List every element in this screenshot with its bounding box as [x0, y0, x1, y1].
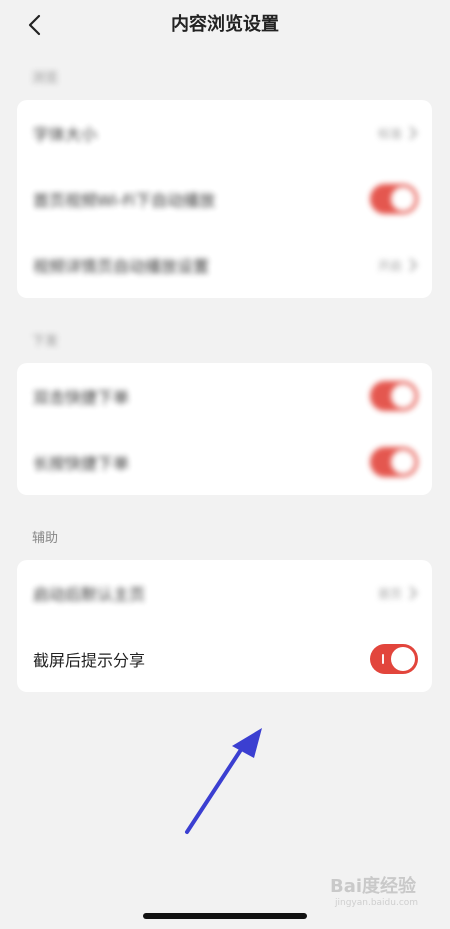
- nav-bar: 内容浏览设置: [0, 0, 450, 50]
- screenshot-share-row: 截屏后提示分享: [17, 626, 432, 692]
- wifi-autoplay-toggle[interactable]: [370, 184, 418, 214]
- row-value: 首页: [377, 586, 402, 601]
- settings-card-assist: 启动后默认主页 首页 截屏后提示分享: [17, 560, 432, 692]
- chevron-right-icon: [409, 258, 418, 272]
- row-value: 开启: [377, 258, 402, 273]
- screen: 内容浏览设置 浏览 字体大小 标准 首页视频Wi-Fi下自动播放 视频详情页自动…: [0, 0, 450, 929]
- toggle-knob: [391, 187, 415, 211]
- settings-card-browse: 字体大小 标准 首页视频Wi-Fi下自动播放 视频详情页自动播放设置 开启: [17, 100, 432, 298]
- double-tap-order-row: 双击快捷下单: [17, 363, 432, 429]
- watermark-url: jingyan.baidu.com: [335, 898, 419, 908]
- chevron-right-icon: [409, 126, 418, 140]
- toggle-knob: [391, 384, 415, 408]
- row-label: 首页视频Wi-Fi下自动播放: [33, 191, 216, 210]
- wifi-autoplay-row: 首页视频Wi-Fi下自动播放: [17, 166, 432, 232]
- long-press-order-toggle[interactable]: [370, 447, 418, 477]
- home-indicator[interactable]: [143, 913, 307, 919]
- annotation-arrow-icon: [185, 728, 262, 834]
- toggle-knob: [391, 647, 415, 671]
- chevron-right-icon: [409, 586, 418, 600]
- toggle-on-mark: [382, 654, 384, 664]
- section-label-browse: 浏览: [32, 71, 59, 86]
- default-home-row[interactable]: 启动后默认主页 首页: [17, 560, 432, 626]
- row-label: 截屏后提示分享: [33, 651, 146, 670]
- row-label: 字体大小: [33, 125, 98, 144]
- watermark: Bai度经验 jingyan.baidu.com: [330, 872, 430, 916]
- row-value: 标准: [377, 126, 402, 141]
- watermark-logo-text: Bai度经验: [330, 876, 417, 897]
- toggle-knob: [391, 450, 415, 474]
- row-label: 长按快捷下单: [33, 454, 130, 473]
- screenshot-share-toggle[interactable]: [370, 644, 418, 674]
- long-press-order-row: 长按快捷下单: [17, 429, 432, 495]
- page-title: 内容浏览设置: [171, 14, 279, 35]
- section-label-order: 下发: [32, 334, 59, 349]
- row-label: 视频详情页自动播放设置: [33, 257, 210, 276]
- section-label-assist: 辅助: [32, 531, 59, 546]
- font-size-row[interactable]: 字体大小 标准: [17, 100, 432, 166]
- double-tap-order-toggle[interactable]: [370, 381, 418, 411]
- video-autoplay-settings-row[interactable]: 视频详情页自动播放设置 开启: [17, 232, 432, 298]
- row-label: 双击快捷下单: [33, 388, 130, 407]
- row-label: 启动后默认主页: [33, 585, 146, 604]
- settings-card-order: 双击快捷下单 长按快捷下单: [17, 363, 432, 495]
